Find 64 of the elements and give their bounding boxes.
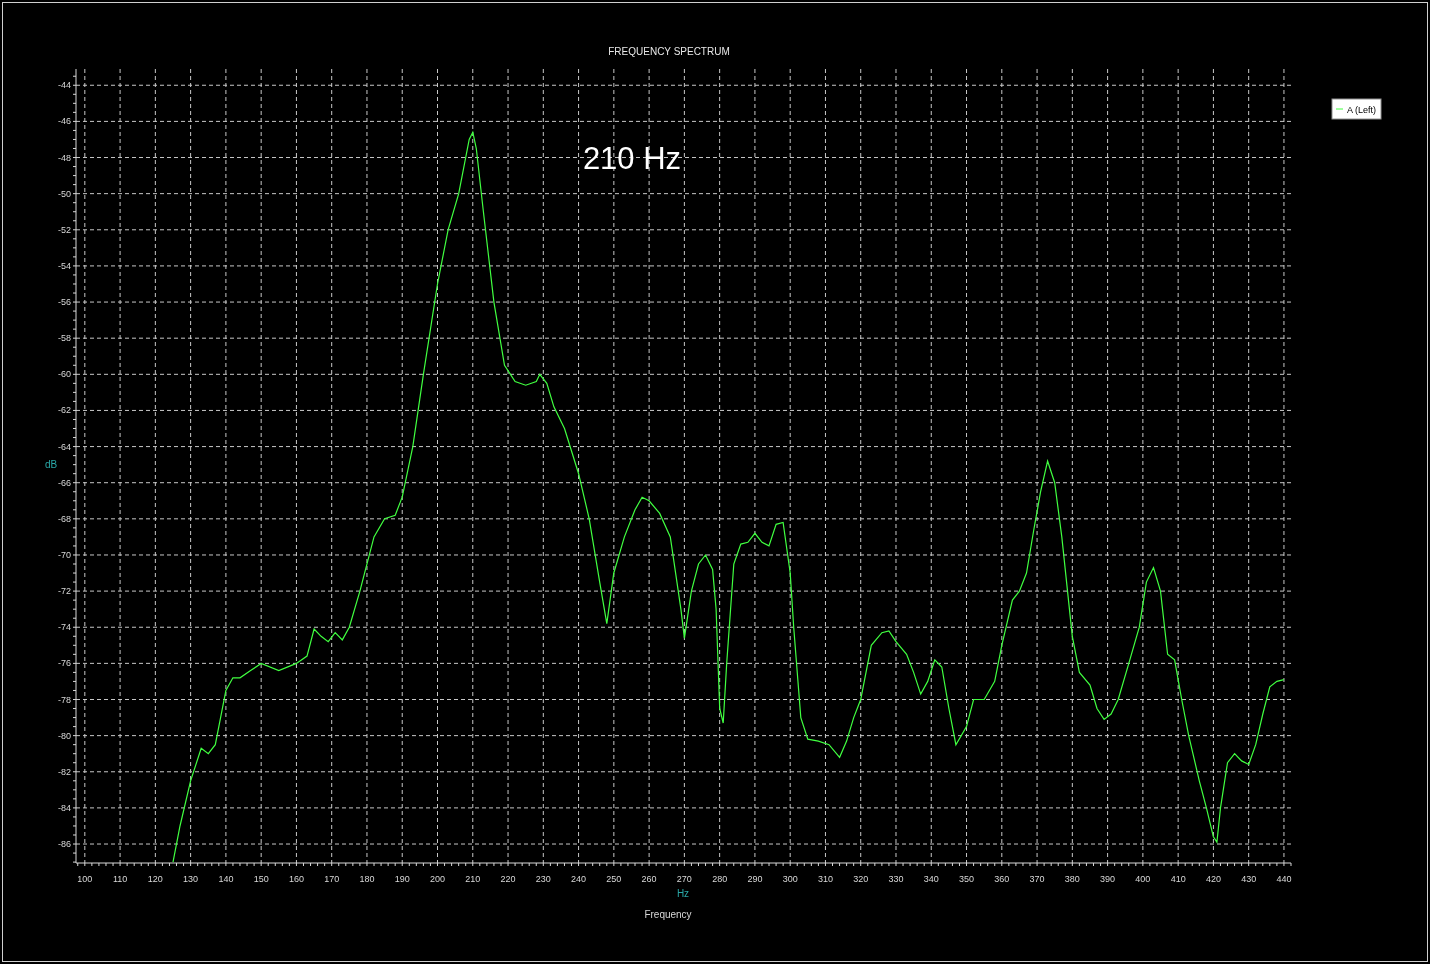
y-tick-label: -72 — [58, 586, 71, 597]
chart-title: FREQUENCY SPECTRUM — [608, 46, 730, 57]
x-tick-label: 200 — [430, 874, 445, 884]
x-tick-label: 100 — [77, 874, 93, 884]
y-tick-label: -54 — [58, 260, 71, 271]
x-tick-label: 300 — [782, 874, 798, 884]
y-tick-label: -80 — [58, 730, 71, 741]
x-tick-label: 430 — [1241, 874, 1257, 884]
x-tick-label: 250 — [606, 874, 622, 884]
y-tick-label: -48 — [58, 152, 71, 163]
x-tick-label: 160 — [288, 874, 304, 884]
legend: A (Left) — [1331, 98, 1382, 120]
x-axis-label: Frequency — [644, 909, 692, 920]
y-tick-label: -64 — [58, 441, 71, 452]
x-tick-label: 180 — [359, 874, 375, 884]
x-tick-label: 130 — [183, 874, 199, 884]
x-tick-label: 190 — [394, 874, 410, 884]
y-tick-label: -62 — [58, 405, 71, 416]
x-tick-label: 240 — [571, 874, 587, 884]
x-tick-label: 270 — [676, 874, 692, 884]
x-tick-label: 400 — [1135, 874, 1151, 884]
x-tick-label: 140 — [218, 874, 234, 884]
x-tick-label: 440 — [1276, 874, 1292, 884]
y-tick-label: -58 — [58, 333, 71, 344]
x-tick-label: 150 — [253, 874, 269, 884]
x-tick-label: 420 — [1205, 874, 1221, 884]
y-tick-label: -74 — [58, 622, 71, 633]
y-tick-label: -84 — [58, 802, 71, 813]
x-tick-label: 260 — [641, 874, 657, 884]
y-tick-label: -52 — [58, 224, 71, 235]
x-tick-label: 380 — [1064, 874, 1080, 884]
x-tick-label: 210 — [465, 874, 481, 884]
y-tick-label: -68 — [58, 513, 71, 524]
y-tick-label: -78 — [58, 694, 71, 705]
y-tick-label: -56 — [58, 297, 71, 308]
x-tick-label: 310 — [817, 874, 833, 884]
x-tick-label: 340 — [923, 874, 939, 884]
x-tick-label: 350 — [959, 874, 975, 884]
y-tick-label: -82 — [58, 766, 71, 777]
y-tick-label: -86 — [58, 839, 71, 850]
y-tick-label: -70 — [58, 549, 71, 560]
y-tick-label: -60 — [58, 369, 71, 380]
y-tick-label: -44 — [58, 80, 71, 91]
x-tick-label: 170 — [324, 874, 340, 884]
y-tick-label: -76 — [58, 658, 71, 669]
x-tick-label: 410 — [1170, 874, 1186, 884]
legend-label: A (Left) — [1347, 105, 1377, 115]
x-tick-label: 320 — [853, 874, 869, 884]
x-tick-label: 330 — [888, 874, 904, 884]
x-tick-label: 110 — [112, 874, 128, 884]
x-tick-label: 120 — [147, 874, 163, 884]
x-tick-label: 280 — [712, 874, 728, 884]
x-tick-label: 290 — [747, 874, 763, 884]
x-tick-label: 390 — [1100, 874, 1116, 884]
y-tick-label: -66 — [58, 477, 71, 488]
y-tick-label: -46 — [58, 116, 71, 127]
x-tick-label: 360 — [994, 874, 1010, 884]
y-axis-label: dB — [44, 459, 58, 470]
y-tick-label: -50 — [58, 188, 71, 199]
peak-annotation: 210 Hz — [582, 141, 682, 176]
x-tick-label: 230 — [535, 874, 551, 884]
x-tick-label: 220 — [500, 874, 516, 884]
x-axis-unit: Hz — [676, 888, 690, 899]
x-tick-label: 370 — [1029, 874, 1045, 884]
